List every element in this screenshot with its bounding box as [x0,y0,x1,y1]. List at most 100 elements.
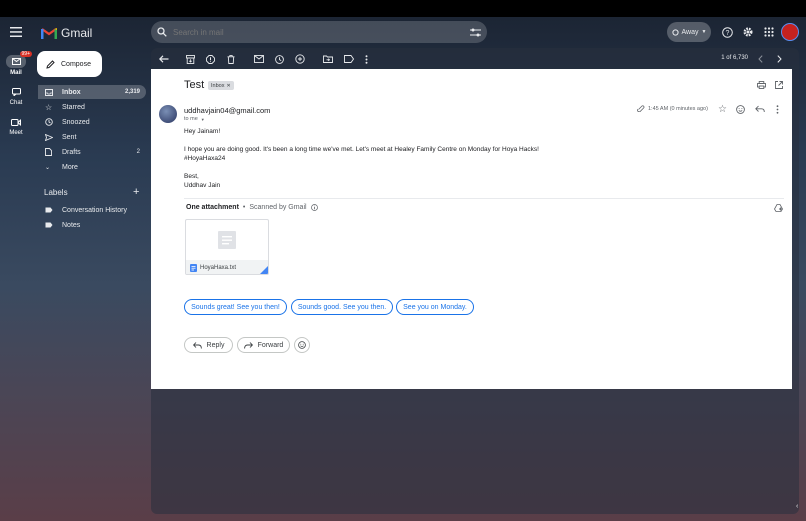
older-chevron-icon[interactable] [774,53,784,65]
reply-button[interactable]: Reply [184,337,233,353]
email-view: Test Inbox ✕ uddhavjain04@gmail.com to m… [151,69,792,389]
attachment-footer: HoyaHaxa.txt [186,260,268,274]
forward-arrow-icon [243,341,253,349]
remove-label-icon[interactable]: ✕ [226,83,230,89]
divider [184,198,784,199]
send-icon [38,133,56,141]
away-status-icon [671,28,679,36]
settings-gear-icon[interactable] [741,25,755,39]
smart-reply-button[interactable]: Sounds good. See you then. [291,299,393,315]
smiley-icon [298,341,306,349]
gmail-logo[interactable]: Gmail [41,26,92,40]
sidebar-item-label: Inbox [62,88,81,96]
sidebar-item-more[interactable]: ⌄ More [38,160,146,174]
main-menu-icon[interactable] [8,24,24,40]
mail-rail-button[interactable]: 99+ Mail [0,51,32,79]
emoji-react-button[interactable] [294,337,310,353]
text-file-icon [190,264,197,272]
info-icon[interactable] [310,204,318,211]
sidebar-item-starred[interactable]: ☆ Starred [38,100,146,114]
sidebar-item-inbox[interactable]: Inbox 2,319 [38,85,146,99]
add-task-icon[interactable] [294,53,306,65]
reply-label: Reply [206,341,225,349]
attachment-filename: HoyaHaxa.txt [200,265,237,271]
compose-label: Compose [61,60,91,68]
draft-file-icon [38,148,56,156]
sidebar-item-snoozed[interactable]: Snoozed [38,115,146,129]
attachment-card[interactable]: HoyaHaxa.txt [185,219,269,275]
add-to-drive-icon[interactable] [774,204,783,212]
open-new-window-icon[interactable] [775,81,783,89]
attachment-preview [186,220,268,260]
gmail-logo-text: Gmail [61,26,93,40]
star-icon[interactable]: ☆ [718,104,727,115]
more-vert-icon[interactable] [776,105,779,114]
account-avatar[interactable] [781,23,799,41]
chat-rail-label: Chat [9,100,23,106]
bullet-separator: • [242,204,246,211]
attachment-header: One attachment • Scanned by Gmail [186,204,318,211]
sidebar-item-label: Starred [62,103,85,111]
label-tag-icon [38,207,56,213]
snooze-clock-icon[interactable] [273,53,285,65]
move-to-folder-icon[interactable] [322,53,334,65]
emoji-reaction-icon[interactable] [736,105,745,114]
sidebar-item-drafts[interactable]: Drafts 2 [38,145,146,159]
more-vert-icon[interactable] [361,53,371,65]
forward-label: Forward [257,341,284,349]
star-icon: ☆ [45,102,53,112]
sidebar-item-count: 2,319 [124,89,140,95]
report-spam-icon[interactable] [204,53,216,65]
meet-rail-button[interactable]: Meet [0,116,32,140]
reply-arrow-icon [192,341,202,349]
reply-arrow-icon[interactable] [755,105,765,113]
smart-reply-button[interactable]: See you on Monday. [396,299,474,315]
email-body-line: I hope you are doing good. It's been a l… [184,146,539,153]
chevron-down-icon: ▼ [701,29,707,35]
forward-button[interactable]: Forward [237,337,290,353]
chat-rail-button[interactable]: Chat [0,86,32,110]
inbox-label-chip[interactable]: Inbox ✕ [208,81,234,90]
compose-button[interactable]: Compose [37,51,102,77]
label-tag-icon [38,222,56,228]
sender-name: uddhavjain04@gmail.com [184,106,271,115]
recipient-line: to me ▼ [184,116,205,122]
search-options-icon[interactable] [463,28,487,37]
back-arrow-icon[interactable] [158,53,170,65]
video-camera-icon [11,118,21,126]
search-bar[interactable] [151,21,487,43]
sidebar-item-sent[interactable]: Sent [38,130,146,144]
archive-icon[interactable] [184,53,196,65]
label-tag-icon[interactable] [343,53,355,65]
clock-icon [38,118,56,126]
show-details-icon[interactable]: ▼ [201,117,205,122]
label-chip-text: Inbox [211,82,225,89]
side-panel-toggle-icon[interactable]: ‹ [796,503,798,510]
support-icon[interactable]: ? [720,25,734,39]
sender-avatar[interactable] [159,105,177,123]
mail-icon [11,58,21,65]
add-label-icon[interactable]: + [133,186,139,198]
meet-rail-label: Meet [9,130,23,136]
gmail-m-icon [41,28,57,39]
status-button[interactable]: Away ▼ [667,22,711,42]
status-label: Away [681,28,699,36]
sidebar-item-label: Sent [62,133,77,141]
labels-heading: Labels [44,188,68,197]
sidebar-label-notes[interactable]: Notes [38,218,146,232]
email-timestamp: 1:45 AM (0 minutes ago) [648,106,708,112]
newer-chevron-icon[interactable] [755,53,765,65]
print-icon[interactable] [757,81,766,89]
smart-reply-button[interactable]: Sounds great! See you then! [184,299,287,315]
delete-trash-icon[interactable] [225,53,237,65]
search-icon[interactable] [151,27,173,37]
sidebar-label-conversation-history[interactable]: Conversation History [38,203,146,217]
sidebar-item-count: 2 [136,149,140,155]
sidebar-item-label: Snoozed [62,118,90,126]
search-input[interactable] [173,27,463,37]
pencil-icon [46,59,55,69]
mark-unread-icon[interactable] [253,53,265,65]
email-signoff: Best, [184,173,199,180]
apps-grid-icon[interactable] [762,25,776,39]
chevron-down-icon: ⌄ [45,164,51,171]
